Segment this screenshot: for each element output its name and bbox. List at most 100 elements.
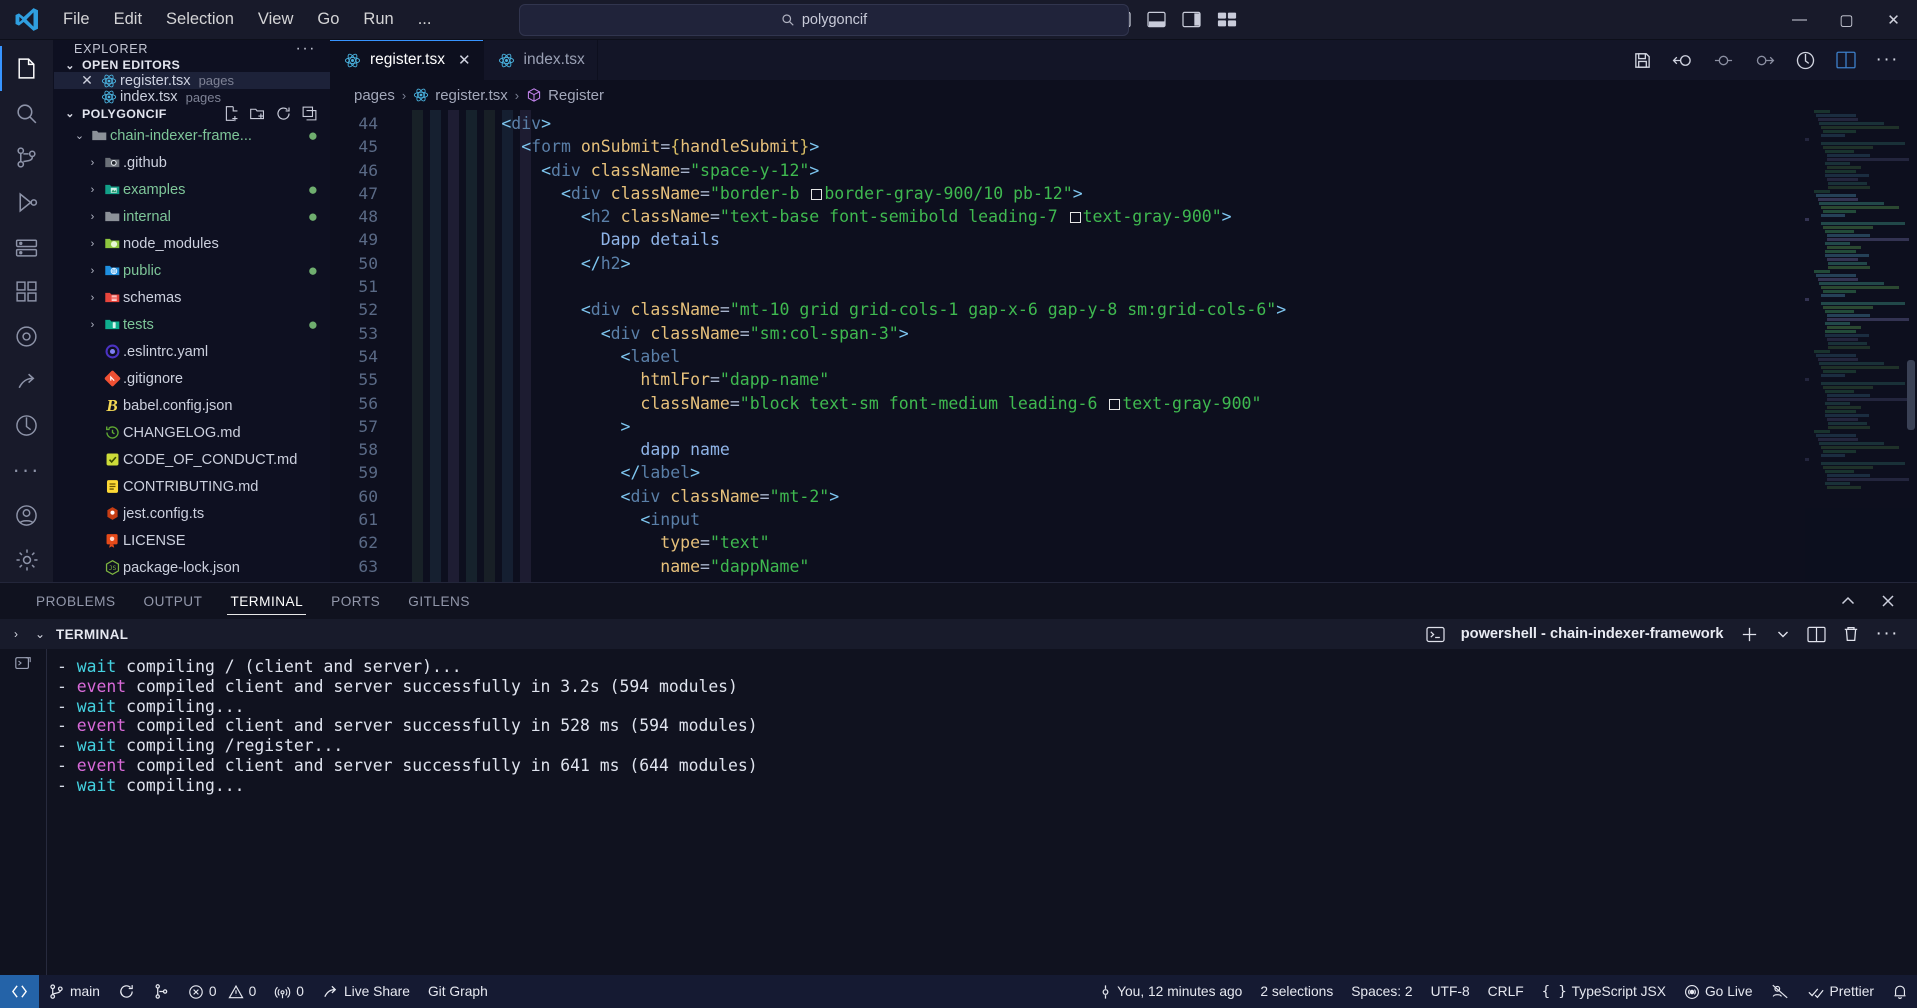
- panel-tabs[interactable]: PROBLEMS OUTPUT TERMINAL PORTS GITLENS: [0, 583, 1917, 619]
- code-line[interactable]: 56 className="block text-sm font-medium …: [330, 392, 1917, 415]
- tree-item-gitignore[interactable]: .gitignore: [54, 365, 330, 392]
- status-git-graph[interactable]: Git Graph: [419, 975, 497, 1008]
- activity-settings-gear-icon[interactable]: [0, 537, 54, 582]
- tree-item-contributing-md[interactable]: CONTRIBUTING.md: [54, 473, 330, 500]
- tree-item-changelog-md[interactable]: CHANGELOG.md: [54, 419, 330, 446]
- tree-item-package-lock-json[interactable]: JS package-lock.json: [54, 554, 330, 581]
- tab-problems[interactable]: PROBLEMS: [22, 583, 130, 619]
- activity-run-debug[interactable]: [0, 180, 54, 225]
- activity-extensions[interactable]: [0, 269, 54, 314]
- code-line[interactable]: 46 <div className="space-y-12">: [330, 159, 1917, 182]
- terminal-tab-icon[interactable]: [14, 655, 32, 672]
- code-editor[interactable]: 44 <div> 45 <form onSubmit={handleSubmit}…: [330, 110, 1917, 582]
- code-line[interactable]: 44 <div>: [330, 112, 1917, 135]
- customize-layout-icon[interactable]: [1217, 11, 1237, 28]
- code-line[interactable]: 60 <div className="mt-2">: [330, 485, 1917, 508]
- status-eol[interactable]: CRLF: [1479, 975, 1533, 1008]
- section-open-editors[interactable]: ⌄ OPEN EDITORS: [54, 58, 330, 72]
- code-line[interactable]: 61 <input: [330, 508, 1917, 531]
- menu-more[interactable]: ...: [407, 6, 443, 33]
- tree-item-public[interactable]: › public ●: [54, 257, 330, 284]
- tab-terminal[interactable]: TERMINAL: [216, 583, 317, 619]
- kill-terminal-icon[interactable]: [1842, 625, 1860, 643]
- chevron-down-icon[interactable]: ⌄: [32, 627, 48, 641]
- menu-run[interactable]: Run: [352, 6, 404, 33]
- breadcrumb-pages[interactable]: pages: [354, 87, 395, 104]
- close-icon[interactable]: ✕: [76, 72, 98, 89]
- code-line[interactable]: 58 dapp name: [330, 438, 1917, 461]
- maximize-button[interactable]: ▢: [1823, 0, 1870, 40]
- status-git-compare[interactable]: [144, 975, 179, 1008]
- menu-view[interactable]: View: [247, 6, 304, 33]
- code-line[interactable]: 47 <div className="border-b border-gray-…: [330, 182, 1917, 205]
- add-terminal-icon[interactable]: [1740, 625, 1759, 644]
- terminal-instance-name[interactable]: powershell - chain-indexer-framework: [1461, 626, 1724, 642]
- status-selections[interactable]: 2 selections: [1251, 975, 1342, 1008]
- terminal-more-icon[interactable]: ···: [1876, 625, 1899, 643]
- code-line[interactable]: 62 type="text": [330, 531, 1917, 554]
- code-line[interactable]: 51: [330, 275, 1917, 298]
- close-icon[interactable]: [1879, 592, 1897, 610]
- code-line[interactable]: 63 name="dappName": [330, 555, 1917, 578]
- tab-register-tsx[interactable]: register.tsx ✕: [330, 40, 484, 80]
- status-bar[interactable]: main 0 0 0 Live Share Git Graph You, 12 …: [0, 975, 1917, 1008]
- next-change-icon[interactable]: [1754, 51, 1775, 70]
- activity-accounts[interactable]: [0, 493, 54, 538]
- status-go-live[interactable]: Go Live: [1675, 975, 1762, 1008]
- status-prettier[interactable]: Prettier: [1798, 975, 1883, 1008]
- code-line[interactable]: 53 <div className="sm:col-span-3">: [330, 322, 1917, 345]
- terminal-output[interactable]: - wait compiling / (client and server)..…: [46, 649, 1917, 975]
- menu-bar[interactable]: File Edit Selection View Go Run ...: [52, 6, 442, 33]
- minimize-button[interactable]: —: [1776, 0, 1823, 40]
- editor-scrollbar-thumb[interactable]: [1907, 360, 1915, 430]
- toggle-secondary-sidebar-icon[interactable]: [1182, 11, 1201, 28]
- status-spaces[interactable]: Spaces: 2: [1342, 975, 1421, 1008]
- terminal-dropdown-icon[interactable]: [1775, 626, 1791, 642]
- minimap[interactable]: [1805, 110, 1917, 582]
- remote-window-indicator[interactable]: [0, 975, 39, 1008]
- menu-go[interactable]: Go: [306, 6, 350, 33]
- chevron-up-icon[interactable]: [1839, 592, 1857, 610]
- activity-source-control[interactable]: [0, 135, 54, 180]
- toggle-panel-icon[interactable]: [1147, 11, 1166, 28]
- workspace-actions[interactable]: [223, 105, 330, 122]
- tab-ports[interactable]: PORTS: [317, 583, 394, 619]
- editor-toolbar[interactable]: ···: [1633, 40, 1917, 80]
- status-branch[interactable]: main: [39, 975, 109, 1008]
- tree-item-eslintrc-yaml[interactable]: .eslintrc.yaml: [54, 338, 330, 365]
- open-editor-register-tsx[interactable]: ✕ register.tsx pages: [54, 72, 330, 89]
- menu-edit[interactable]: Edit: [103, 6, 153, 33]
- activity-live-share[interactable]: [0, 359, 54, 404]
- terminal-body[interactable]: - wait compiling / (client and server)..…: [0, 649, 1917, 975]
- status-live-share[interactable]: Live Share: [313, 975, 419, 1008]
- layout-controls[interactable]: [1112, 11, 1237, 28]
- chevron-right-icon[interactable]: ›: [8, 627, 24, 641]
- file-tree[interactable]: ⌄ chain-indexer-frame... ● › .github › e…: [54, 122, 330, 582]
- code-line[interactable]: 52 <div className="mt-10 grid grid-cols-…: [330, 298, 1917, 321]
- menu-selection[interactable]: Selection: [155, 6, 245, 33]
- status-errors[interactable]: 0: [179, 975, 226, 1008]
- activity-explorer[interactable]: [0, 46, 54, 91]
- status-notifications[interactable]: [1883, 975, 1917, 1008]
- tab-output[interactable]: OUTPUT: [130, 583, 217, 619]
- tree-item-examples[interactable]: › examples ●: [54, 176, 330, 203]
- tree-item-schemas[interactable]: › schemas: [54, 284, 330, 311]
- close-icon[interactable]: ✕: [458, 51, 471, 69]
- split-terminal-icon[interactable]: [1806, 626, 1826, 643]
- activity-bar[interactable]: ···: [0, 40, 54, 582]
- status-sync[interactable]: [109, 975, 144, 1008]
- open-editor-index-tsx[interactable]: index.tsx pages: [54, 89, 330, 105]
- breadcrumb-register-tsx[interactable]: register.tsx: [413, 87, 508, 104]
- tab-index-tsx[interactable]: index.tsx: [483, 40, 598, 80]
- tree-item-tests[interactable]: › tests ●: [54, 311, 330, 338]
- code-line[interactable]: 50 </h2>: [330, 252, 1917, 275]
- new-folder-icon[interactable]: [249, 105, 266, 122]
- breadcrumb[interactable]: pages › register.tsx › Register: [330, 80, 1917, 110]
- code-line[interactable]: 55 htmlFor="dapp-name": [330, 368, 1917, 391]
- window-controls[interactable]: — ▢ ✕: [1776, 0, 1917, 40]
- status-ports[interactable]: 0: [265, 975, 313, 1008]
- command-center[interactable]: polygoncif: [519, 3, 1129, 36]
- breadcrumb-register-symbol[interactable]: Register: [526, 87, 604, 104]
- go-back-ref-icon[interactable]: [1672, 51, 1693, 70]
- status-no-sync[interactable]: [1762, 975, 1798, 1008]
